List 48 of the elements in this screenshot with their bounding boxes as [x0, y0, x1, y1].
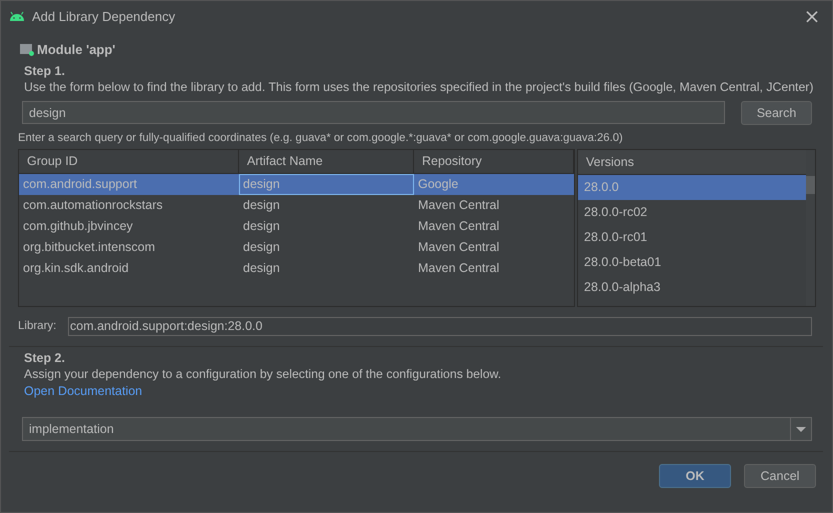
dropdown-value: implementation [28, 422, 115, 436]
column-header[interactable]: Repository [414, 150, 574, 173]
table-cell-text: design [242, 260, 281, 277]
table-row[interactable]: org.bitbucket.intenscom design Maven Central [19, 237, 574, 258]
table-cell-text: com.github.jbvincey [22, 218, 134, 235]
scrollbar-thumb[interactable] [806, 176, 815, 194]
library-label: Library: [18, 320, 58, 332]
window-title: Add Library Dependency [32, 8, 176, 24]
version-item[interactable]: 28.0.0-alpha3 [578, 275, 806, 300]
column-header[interactable]: Artifact Name [239, 150, 414, 173]
table-row[interactable]: com.automationrockstars design Maven Central [19, 195, 574, 216]
table-cell-text: com.android.support [22, 176, 138, 193]
table-cell-text: com.automationrockstars [22, 197, 164, 214]
table-cell-text: design [242, 239, 281, 256]
table-cell-text: Maven Central [417, 218, 500, 235]
cancel-button[interactable]: Cancel [744, 464, 816, 488]
table-cell-text: org.kin.sdk.android [22, 260, 130, 277]
library-field[interactable]: com.android.support:design:28.0.0 [68, 316, 812, 336]
table-cell-text: Google [417, 176, 460, 193]
module-label: Module 'app' [37, 42, 116, 56]
module-folder-icon [20, 44, 32, 54]
column-header[interactable]: Group ID [19, 150, 239, 173]
dropdown-arrow-icon [796, 426, 806, 432]
documentation-link[interactable]: Open Documentation [24, 383, 142, 399]
table-row[interactable]: org.kin.sdk.android design Maven Central [19, 258, 574, 279]
table-row[interactable]: com.github.jbvincey design Maven Central [19, 216, 574, 237]
table-cell-text: org.bitbucket.intenscom [22, 239, 156, 256]
step-description: Assign your dependency to a configuration by selecting one of the configurations below. [24, 366, 502, 383]
step-heading: Step 2. [24, 350, 66, 366]
ok-button[interactable]: OK [659, 464, 731, 488]
step-description: Use the form below to find the library to add. This form uses the repositories specified in the project's build files (Google, Maven Central, JCenter) [24, 79, 814, 96]
search-button[interactable]: Search [741, 100, 812, 124]
column-header[interactable]: Versions [578, 150, 806, 175]
version-item[interactable]: 28.0.0-rc01 [578, 225, 806, 250]
table-cell-text: design [242, 218, 281, 235]
version-item[interactable]: 28.0.0-beta01 [578, 250, 806, 275]
version-item[interactable]: 28.0.0-rc02 [578, 200, 806, 225]
android-logo-icon [9, 11, 25, 21]
table-cell-text: Maven Central [417, 239, 500, 256]
table-cell-text: design [242, 197, 281, 214]
search-field[interactable]: design [22, 101, 725, 124]
search-hint: Enter a search query or fully-qualified coordinates (e.g. guava* or com.google.*:guava* or com.google.guava:guava:26.0) [18, 131, 624, 146]
table-cell-text: Maven Central [417, 197, 500, 214]
step-heading: Step 1. [24, 63, 66, 79]
table-cell-text: Maven Central [417, 260, 500, 277]
close-button[interactable]: × [792, 1, 832, 31]
configuration-dropdown[interactable]: implementation [22, 417, 812, 441]
table-cell: design [239, 174, 414, 195]
